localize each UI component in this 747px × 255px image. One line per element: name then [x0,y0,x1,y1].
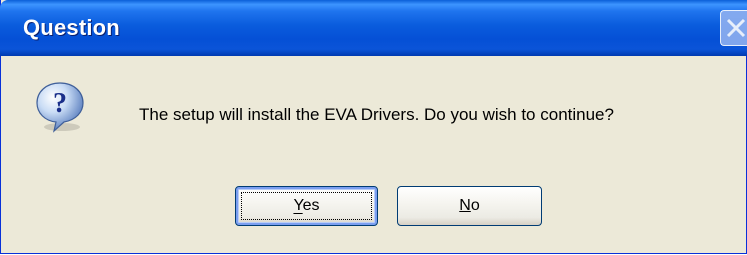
question-dialog: Question ? The setup will install the EV… [0,0,747,254]
dialog-body: ? The setup will install the EVA Drivers… [1,56,746,253]
title-bar[interactable]: Question [0,0,747,56]
svg-text:?: ? [53,88,67,119]
no-button-label: No [459,197,480,214]
yes-button-label: Yes [293,197,320,214]
yes-button[interactable]: Yes [235,186,378,226]
no-button[interactable]: No [397,186,542,226]
window-title: Question [23,15,120,40]
question-icon: ? [36,82,84,133]
dialog-message: The setup will install the EVA Drivers. … [139,105,614,124]
close-icon [726,18,746,38]
close-button[interactable] [720,10,747,46]
